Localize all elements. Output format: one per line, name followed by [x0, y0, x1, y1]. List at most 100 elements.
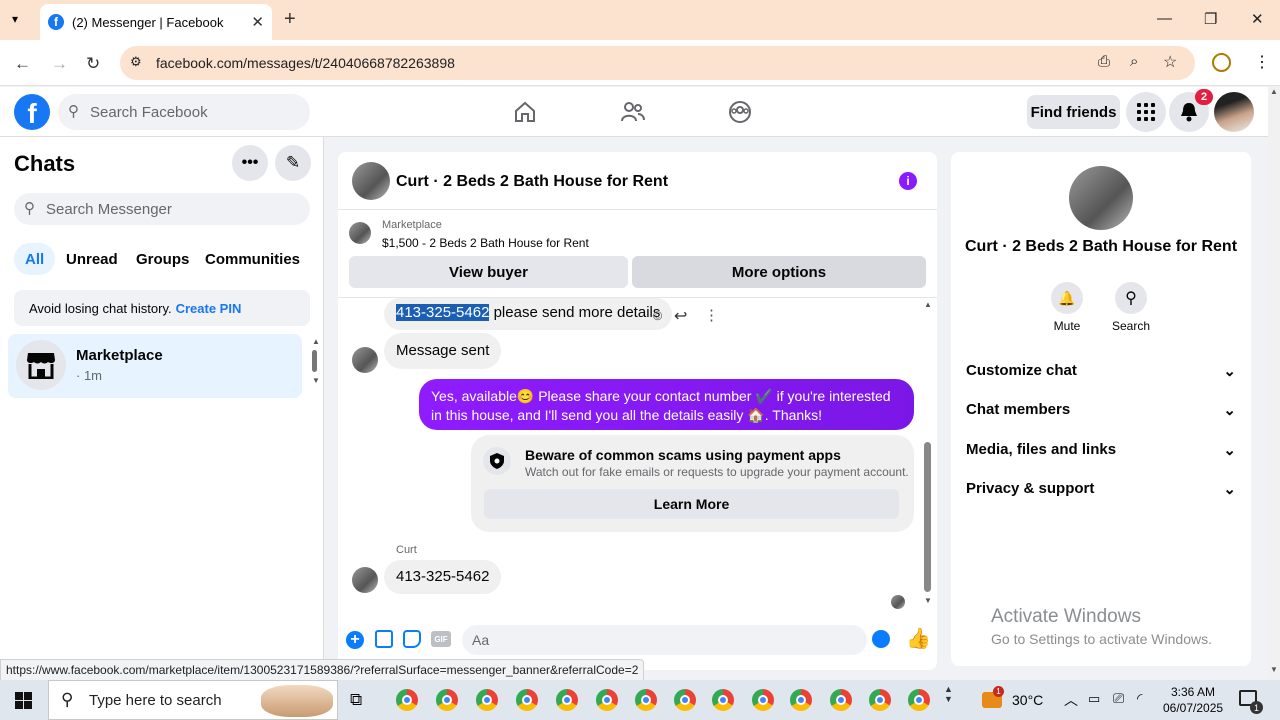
view-buyer-button[interactable]: View buyer — [349, 256, 628, 288]
groups-icon[interactable] — [728, 100, 752, 124]
taskbar-search-input[interactable]: ⚲ Type here to search — [48, 680, 338, 720]
task-view-icon[interactable]: ⧉ — [350, 690, 362, 710]
chats-options-button[interactable]: ••• — [232, 145, 268, 181]
scam-subtitle: Watch out for fake emails or requests to… — [525, 465, 909, 479]
address-bar[interactable]: ⚙ facebook.com/messages/t/24040668782263… — [120, 46, 1195, 80]
new-message-button[interactable]: ✎ — [275, 145, 311, 181]
account-avatar[interactable] — [1214, 92, 1254, 132]
message-bubble-outgoing[interactable]: Yes, available😊 Please share your contac… — [419, 379, 914, 430]
weather-temperature[interactable]: 30°C — [1012, 692, 1043, 708]
message-bubble-incoming[interactable]: 413-325-5462 please send more details — [384, 298, 673, 330]
reload-icon[interactable]: ↻ — [86, 54, 100, 74]
taskbar-scroll-arrows[interactable]: ▲ ▼ — [944, 684, 953, 704]
listing-thumbnail[interactable] — [349, 222, 371, 244]
close-tab-icon[interactable]: ✕ — [251, 13, 264, 31]
home-icon[interactable] — [513, 100, 537, 124]
close-window-icon[interactable]: ✕ — [1251, 10, 1264, 28]
listing-title[interactable]: $1,500 - 2 Beds 2 Bath House for Rent — [382, 236, 589, 250]
zoom-icon[interactable]: ⌕ — [1130, 53, 1138, 70]
page-scrollbar[interactable]: ▲ ▼ — [1268, 87, 1280, 680]
chrome-taskbar-icon[interactable] — [396, 689, 418, 711]
plus-icon[interactable]: + — [346, 631, 364, 649]
more-options-button[interactable]: More options — [632, 256, 926, 288]
menu-grid-button[interactable] — [1126, 92, 1166, 132]
bookmark-star-icon[interactable]: ☆ — [1163, 52, 1177, 72]
emoji-icon[interactable] — [872, 630, 890, 648]
chrome-taskbar-icon[interactable] — [516, 689, 538, 711]
tab-title: (2) Messenger | Facebook — [72, 14, 224, 30]
facebook-logo-icon[interactable]: f — [14, 94, 50, 130]
profile-icon[interactable] — [1212, 53, 1231, 72]
message-more-icon[interactable]: ⋮ — [704, 306, 719, 324]
chats-sidebar: Chats ••• ✎ ⚲ Search Messenger All Unrea… — [0, 137, 324, 662]
filter-communities[interactable]: Communities — [197, 243, 308, 275]
chrome-taskbar-icon[interactable] — [830, 689, 852, 711]
sticker-icon[interactable] — [403, 630, 421, 648]
chrome-taskbar-icon[interactable] — [476, 689, 498, 711]
meet-icon[interactable]: ⎚ — [1113, 690, 1124, 707]
chat-members-section[interactable]: Chat members ⌄ — [966, 401, 1236, 419]
restore-icon[interactable]: ❐ — [1204, 10, 1217, 28]
search-conversation-button[interactable]: ⚲ — [1115, 282, 1147, 314]
chrome-taskbar-icon[interactable] — [635, 689, 657, 711]
filter-all[interactable]: All — [14, 243, 56, 275]
chrome-taskbar-icon[interactable] — [712, 689, 734, 711]
browser-tab[interactable]: f (2) Messenger | Facebook ✕ — [40, 4, 272, 40]
tab-list-chevron-icon[interactable]: ▾ — [12, 12, 18, 26]
friends-icon[interactable] — [620, 100, 646, 124]
browser-menu-icon[interactable]: ⋮ — [1254, 52, 1270, 72]
react-icon[interactable]: ☺ — [650, 307, 665, 324]
chrome-taskbar-icon[interactable] — [596, 689, 618, 711]
gallery-icon[interactable] — [375, 630, 393, 648]
back-icon[interactable]: ← — [14, 54, 31, 74]
info-icon[interactable]: i — [899, 172, 917, 190]
conversation-title[interactable]: Curt · 2 Beds 2 Bath House for Rent — [396, 173, 668, 191]
learn-more-button[interactable]: Learn More — [484, 489, 899, 519]
chrome-taskbar-icon[interactable] — [869, 689, 891, 711]
battery-icon[interactable]: ▭ — [1088, 691, 1100, 707]
conversation-avatar[interactable] — [352, 162, 390, 200]
wifi-icon[interactable]: ◜ — [1137, 690, 1142, 707]
media-files-links-section[interactable]: Media, files and links ⌄ — [966, 441, 1236, 459]
find-friends-button[interactable]: Find friends — [1027, 95, 1120, 129]
chrome-taskbar-icon[interactable] — [790, 689, 812, 711]
privacy-support-section[interactable]: Privacy & support ⌄ — [966, 480, 1236, 498]
create-pin-link[interactable]: Create PIN — [176, 301, 242, 316]
minimize-icon[interactable]: — — [1157, 10, 1172, 27]
reply-icon[interactable]: ↩ — [674, 306, 687, 326]
site-info-icon[interactable]: ⚙ — [130, 54, 142, 70]
conversation-scrollbar[interactable]: ▲ ▼ — [924, 300, 932, 605]
forward-icon[interactable]: → — [51, 54, 68, 74]
message-bubble-incoming[interactable]: 413-325-5462 — [384, 560, 502, 594]
show-hidden-icons-icon[interactable]: ︿ — [1064, 690, 1078, 710]
sidebar-scrollbar[interactable]: ▲ ▼ — [312, 337, 320, 397]
info-avatar[interactable] — [1069, 166, 1133, 230]
chrome-taskbar-icon[interactable] — [556, 689, 578, 711]
chrome-taskbar-icon[interactable] — [752, 689, 774, 711]
chrome-taskbar-icon[interactable] — [908, 689, 930, 711]
install-icon[interactable]: ⎙ — [1098, 53, 1110, 70]
sender-avatar[interactable] — [352, 567, 378, 593]
chrome-taskbar-icon[interactable] — [674, 689, 696, 711]
url-text: facebook.com/messages/t/2404066878226389… — [156, 55, 455, 71]
windows-start-icon[interactable] — [15, 692, 32, 709]
filter-unread[interactable]: Unread — [58, 243, 126, 275]
scam-title: Beware of common scams using payment app… — [525, 447, 841, 463]
sender-avatar[interactable] — [352, 347, 378, 373]
customize-chat-section[interactable]: Customize chat ⌄ — [966, 362, 1236, 380]
chrome-taskbar-icon[interactable] — [436, 689, 458, 711]
message-bubble-incoming[interactable]: Message sent — [384, 333, 502, 369]
facebook-search-input[interactable]: ⚲ Search Facebook — [58, 94, 310, 130]
message-input[interactable]: Aa — [462, 625, 867, 655]
gif-icon[interactable]: GIF — [431, 631, 451, 647]
filter-groups[interactable]: Groups — [128, 243, 197, 275]
new-tab-icon[interactable]: + — [284, 8, 296, 31]
taskbar-clock[interactable]: 3:36 AM 06/07/2025 — [1163, 684, 1223, 716]
link-status-bar: https://www.facebook.com/marketplace/ite… — [0, 659, 645, 681]
messenger-search-input[interactable]: ⚲ Search Messenger — [14, 193, 310, 225]
mute-button[interactable]: 🔔 — [1051, 282, 1083, 314]
seen-avatar — [891, 595, 905, 609]
thumbs-up-icon[interactable]: 👍 — [906, 626, 931, 651]
chat-list-item-marketplace[interactable]: Marketplace · 1m — [8, 334, 302, 398]
message-composer: + GIF Aa 👍 — [338, 622, 937, 662]
